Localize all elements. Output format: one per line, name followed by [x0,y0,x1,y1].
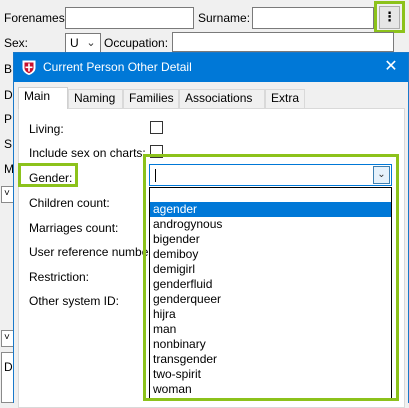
gender-dropdown-list[interactable]: agender androgynous bigender demiboy dem… [149,187,392,399]
dropdown-toggle-button[interactable]: ⌄ [373,166,390,184]
dropdown-option[interactable]: transgender [150,352,391,367]
sex-select[interactable]: U ⌄ [65,33,101,54]
text-caret [155,169,156,182]
restriction-label: Restriction: [29,270,90,284]
gender-label: Gender: [29,171,73,185]
dropdown-option[interactable]: hijra [150,307,391,322]
occupation-label: Occupation: [104,36,169,50]
dialog-title: Current Person Other Detail [43,60,192,74]
include-sex-checkbox[interactable] [150,145,163,158]
gender-combobox[interactable]: ⌄ [149,164,392,186]
tab-extra[interactable]: Extra [265,89,305,108]
living-checkbox[interactable] [150,121,163,134]
left-letter-s: S [4,137,13,151]
children-count-label: Children count: [29,196,110,210]
dropdown-option[interactable]: androgynous [150,217,391,232]
dropdown-option[interactable]: genderqueer [150,292,391,307]
user-reference-label: User reference number: [29,245,156,259]
other-system-id-label: Other system ID: [29,294,120,308]
close-icon[interactable]: ✕ [382,56,400,78]
left-letter-d2: D [4,360,13,374]
dropdown-option[interactable]: woman [150,382,391,397]
forenames-input[interactable] [65,7,194,29]
chevron-down-icon: ⌄ [377,169,386,180]
left-letter-b: B [4,62,13,76]
chevron-down-icon: ˅ [4,188,10,199]
tab-main[interactable]: Main [18,87,68,109]
chevron-down-icon: ⌄ [86,37,96,49]
dropdown-option[interactable]: genderfluid [150,277,391,292]
chevron-down-icon: ˅ [4,332,10,343]
tab-families[interactable]: Families [123,89,179,108]
forenames-label: Forenames: [4,11,69,25]
living-label: Living: [29,122,64,136]
sex-value: U [70,36,79,50]
dialog-titlebar[interactable]: Current Person Other Detail ✕ [14,53,408,82]
left-letter-d: D [4,88,13,102]
dropdown-option[interactable]: demiboy [150,247,391,262]
left-letter-p: P [4,112,13,126]
marriages-count-label: Marriages count: [29,221,119,235]
tab-associations[interactable]: Associations [179,89,265,108]
vertical-ellipsis-icon: ⋮ [383,9,396,24]
dropdown-option[interactable]: demigirl [150,262,391,277]
occupation-input[interactable] [172,32,394,52]
dropdown-option[interactable]: nonbinary [150,337,391,352]
dropdown-option[interactable]: bigender [150,232,391,247]
dropdown-option[interactable]: two-spirit [150,367,391,382]
shield-icon [22,60,36,75]
dropdown-option[interactable]: man [150,322,391,337]
sex-label: Sex: [4,36,29,50]
tab-naming[interactable]: Naming [68,89,123,108]
include-sex-label: Include sex on charts: [29,146,146,160]
more-options-button[interactable]: ⋮ [379,6,400,29]
dropdown-option[interactable]: agender [150,202,391,217]
surname-input[interactable] [252,7,374,29]
surname-label: Surname: [198,11,251,25]
